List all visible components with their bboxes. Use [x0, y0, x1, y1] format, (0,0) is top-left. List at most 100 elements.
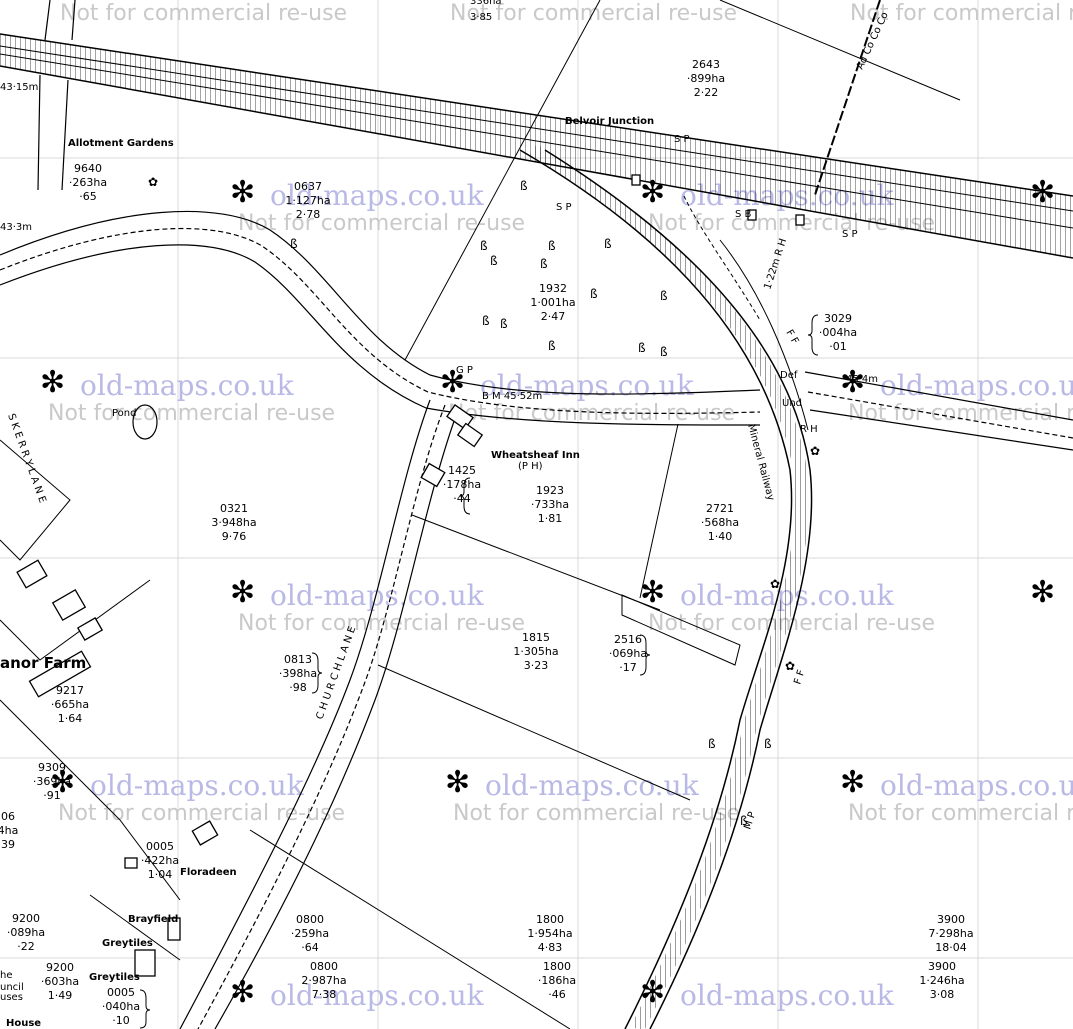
- parcel-label: 9200·089ha·22: [7, 912, 45, 953]
- brayfield-label: Brayfield: [128, 914, 178, 925]
- parcel-area: ·603ha: [41, 975, 79, 988]
- parcel-area: ·259ha: [291, 927, 329, 940]
- watermark-logo-icon: ✻: [840, 765, 865, 800]
- undefined-boundary-label: Und: [782, 398, 802, 409]
- watermark-logo-icon: ✻: [40, 365, 65, 400]
- parcel-area: 7·298ha: [928, 927, 973, 940]
- svg-text:ß: ß: [490, 254, 498, 268]
- parcel-number: 0800: [296, 913, 324, 926]
- svg-text:ß: ß: [708, 737, 716, 751]
- parcel-number: 9217: [56, 684, 84, 697]
- parcel-area: 1·001ha: [530, 296, 575, 309]
- parcel-area: ·568ha: [701, 516, 739, 529]
- parcel-number: 0800: [310, 960, 338, 973]
- os-map-sheet: Not for commercial re-use Not for commer…: [0, 0, 1073, 1029]
- watermark-block: ✻ old-maps.co.uk Not for commercial re-u…: [230, 575, 525, 636]
- parcel-acres: 1·81: [538, 512, 563, 525]
- parcel-label: 39001·246ha3·08: [919, 960, 964, 1001]
- watermark-logo-icon: ✻: [230, 175, 255, 210]
- parcel-number: 0005: [146, 840, 174, 853]
- spot-height-label: 43·15m: [0, 82, 38, 93]
- svg-text:ß: ß: [480, 239, 488, 253]
- svg-text:ß: ß: [482, 314, 490, 328]
- spot-height-label: 45·4m: [846, 374, 878, 385]
- watermark-logo-icon: ✻: [445, 765, 470, 800]
- parcel-number: 06: [1, 810, 15, 823]
- parcel-acres: ·64: [301, 941, 319, 954]
- fence-label: F F: [783, 328, 800, 346]
- svg-text:ß: ß: [660, 345, 668, 359]
- parcel-acres: 1·64: [58, 712, 83, 725]
- svg-text:ß: ß: [764, 737, 772, 751]
- parcel-number: 3900: [937, 913, 965, 926]
- parcel-number: 3029: [824, 312, 852, 325]
- svg-text:✿: ✿: [785, 659, 795, 673]
- house-label: House: [6, 1018, 41, 1029]
- svg-text:✿: ✿: [148, 175, 158, 189]
- watermark-block: ✻: [1030, 575, 1055, 610]
- manor-farm-label: anor Farm: [0, 654, 86, 672]
- watermark-block: ✻ old-maps.co.uk Not for commercial re-u…: [230, 175, 525, 236]
- parcel-area: 1·305ha: [513, 645, 558, 658]
- parcel-label: 19321·001ha2·47: [530, 282, 575, 323]
- parcel-label: 9200·603ha1·49: [41, 961, 79, 1002]
- parcel-label: 18001·954ha4·83: [527, 913, 572, 954]
- bench-mark-label: B M 45·52m: [482, 391, 542, 402]
- parcel-acres: 1·40: [708, 530, 733, 543]
- watermark-brand: old-maps.co.uk: [680, 979, 895, 1012]
- watermark-notice: Not for commercial re-use: [448, 401, 735, 426]
- parcel-acres: ·98: [289, 681, 307, 694]
- parcel-number: 1425: [448, 464, 476, 477]
- parcel-label: 39007·298ha18·04: [928, 913, 973, 954]
- parcel-number: 2643: [692, 58, 720, 71]
- watermark-notice: Not for commercial re-use: [58, 801, 345, 826]
- parcel-area: 1·246ha: [919, 974, 964, 987]
- signal-post-label: S P: [556, 202, 572, 213]
- watermark-notice: Not for commercial re-use: [48, 401, 335, 426]
- parcel-number: 1800: [543, 960, 571, 973]
- parcel-acres: ·46: [548, 988, 566, 1001]
- parcel-area: 3·948ha: [211, 516, 256, 529]
- parcel-area: ·422ha: [141, 854, 179, 867]
- parcel-number: 3900: [928, 960, 956, 973]
- watermark-block: ✻ old-maps.co.uk Not for commercial re-u…: [40, 365, 335, 426]
- signal-post-label: S P: [842, 229, 858, 240]
- watermark-brand: old-maps.co.uk: [485, 769, 700, 802]
- parcel-acres: 1·04: [148, 868, 173, 881]
- parcel-area: ·733ha: [531, 498, 569, 511]
- svg-text:ß: ß: [290, 237, 298, 251]
- parcel-label: 0005·040ha·10: [102, 986, 140, 1027]
- parcel-acres: 2·47: [541, 310, 566, 323]
- signal-post-label: S P: [674, 134, 690, 145]
- watermark-brand: old-maps.co.uk: [90, 769, 305, 802]
- parcel-area: 2·987ha: [301, 974, 346, 987]
- watermark-top: Not for commercial re-use Not for commer…: [60, 1, 1073, 26]
- council-houses-label: uses: [0, 992, 23, 1003]
- parcel-acres: ·10: [112, 1014, 130, 1027]
- parcel-number: 0005: [107, 986, 135, 999]
- parcel-number: 9640: [74, 162, 102, 175]
- parcel-label: 18151·305ha3·23: [513, 631, 558, 672]
- parcel-number: 0321: [220, 502, 248, 515]
- parcel-acres: ·22: [17, 940, 35, 953]
- parcel-acres: ·91: [43, 789, 61, 802]
- mineral-railway-label: Mineral Railway: [745, 423, 776, 502]
- parcel-acres: 9·76: [222, 530, 247, 543]
- parcel-number: 1923: [536, 484, 564, 497]
- svg-text:ß: ß: [638, 341, 646, 355]
- parcel-number: 1800: [536, 913, 564, 926]
- parcel-acres: 18·04: [935, 941, 967, 954]
- parcel-acres: 39: [1, 838, 15, 851]
- road-height-label: R H: [800, 424, 818, 435]
- parcel-area: 4ha: [0, 824, 18, 837]
- parcel-acres: 4·83: [538, 941, 563, 954]
- parcel-acres: 3·08: [930, 988, 955, 1001]
- parcel-area: ·004ha: [819, 326, 857, 339]
- parcel-label: 1800·186ha·46: [538, 960, 576, 1001]
- wheatsheaf-inn-label: Wheatsheaf Inn: [491, 450, 580, 461]
- parcel-number: 1932: [539, 282, 567, 295]
- watermark-block: ✻ old-maps.co.uk: [640, 975, 895, 1012]
- parcel-number: 0813: [284, 653, 312, 666]
- svg-text:ß: ß: [590, 287, 598, 301]
- parcel-label: 2721·568ha1·40: [701, 502, 739, 543]
